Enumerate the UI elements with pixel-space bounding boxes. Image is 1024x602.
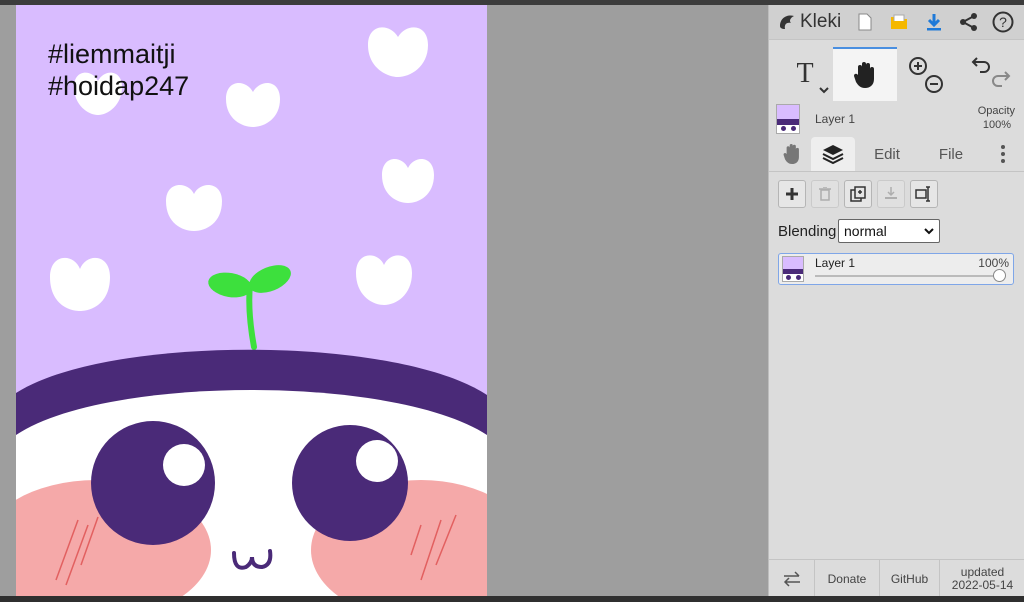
panel-header: Kleki ? <box>769 5 1024 40</box>
hand-icon <box>853 62 874 88</box>
tab-layers[interactable] <box>811 137 855 171</box>
layer-opacity: 100% <box>978 256 1009 270</box>
swap-side-button[interactable] <box>769 560 815 597</box>
panel-footer: Donate GitHub updated 2022-05-14 <box>769 559 1024 597</box>
panel-tabs: Edit File <box>769 137 1024 172</box>
merge-down-icon <box>885 187 897 199</box>
open-folder-icon[interactable] <box>887 11 911 33</box>
rename-layer-button[interactable] <box>910 180 938 208</box>
updated-info[interactable]: updated 2022-05-14 <box>940 560 1024 597</box>
artwork-text-line-1: #liemmaitji <box>48 39 176 69</box>
help-icon[interactable]: ? <box>991 11 1015 33</box>
active-layer-name: Layer 1 <box>815 112 856 126</box>
svg-text:?: ? <box>999 14 1007 30</box>
undo-icon[interactable] <box>971 57 990 73</box>
layer-list-item[interactable]: Layer 1 100% <box>778 253 1014 285</box>
swap-arrows-icon <box>783 570 800 587</box>
more-vertical-icon <box>1001 145 1005 163</box>
layer-opacity-slider[interactable] <box>815 275 1001 277</box>
hand-tool-button[interactable] <box>833 47 897 101</box>
add-layer-button[interactable] <box>778 180 806 208</box>
rename-icon <box>915 186 930 202</box>
more-menu-button[interactable] <box>991 137 1015 171</box>
zoom-buttons <box>901 47 951 101</box>
tool-row: T <box>769 47 1024 101</box>
layer-name: Layer 1 <box>815 256 856 270</box>
chevron-down-icon[interactable] <box>819 87 829 95</box>
blending-value: normal <box>844 223 887 239</box>
drawing-canvas[interactable]: #liemmaitji #hoidap247 <box>16 5 487 596</box>
hand-icon <box>783 144 799 164</box>
kleki-logo-icon <box>780 15 794 29</box>
tab-hand[interactable] <box>775 137 809 171</box>
tab-file[interactable]: File <box>925 137 977 171</box>
side-panel: Kleki ? T Layer 1 Opacity 100% Edit File… <box>768 5 1024 597</box>
active-layer-row: Layer 1 Opacity 100% <box>769 101 1024 137</box>
zoom-in-icon[interactable] <box>909 57 927 75</box>
canvas-area[interactable]: #liemmaitji #hoidap247 <box>0 5 768 596</box>
donate-link[interactable]: Donate <box>815 560 880 597</box>
window-bottom-bar <box>0 596 1024 602</box>
merge-down-button[interactable] <box>877 180 905 208</box>
blending-select[interactable]: normal <box>838 219 940 243</box>
artwork-text-line-2: #hoidap247 <box>48 71 190 101</box>
history-buttons <box>965 47 1017 101</box>
updated-label: updated <box>960 564 1005 579</box>
plus-icon <box>786 188 798 200</box>
share-icon[interactable] <box>957 11 981 33</box>
blending-label: Blending <box>778 223 837 240</box>
trash-icon <box>819 187 831 201</box>
opacity-value: 100% <box>982 119 1011 131</box>
delete-layer-button[interactable] <box>811 180 839 208</box>
github-link[interactable]: GitHub <box>880 560 940 597</box>
updated-date: 2022-05-14 <box>951 577 1014 592</box>
layer-opacity-slider-handle[interactable] <box>993 269 1006 282</box>
layer-thumbnail <box>776 104 800 134</box>
redo-icon[interactable] <box>992 71 1011 87</box>
tab-edit[interactable]: Edit <box>861 137 913 171</box>
kleki-logo[interactable]: Kleki <box>777 10 841 34</box>
layers-icon <box>822 145 844 165</box>
new-image-icon[interactable] <box>853 11 877 33</box>
chevron-down-icon <box>924 228 934 235</box>
text-tool-label: T <box>796 58 814 89</box>
text-tool-button[interactable]: T <box>777 47 833 101</box>
duplicate-layer-button[interactable] <box>844 180 872 208</box>
opacity-label: Opacity <box>977 105 1015 117</box>
app-name: Kleki <box>800 11 842 32</box>
layer-thumbnail <box>782 256 804 282</box>
duplicate-icon <box>850 186 866 202</box>
download-icon[interactable] <box>922 11 946 33</box>
zoom-out-icon[interactable] <box>925 75 943 93</box>
